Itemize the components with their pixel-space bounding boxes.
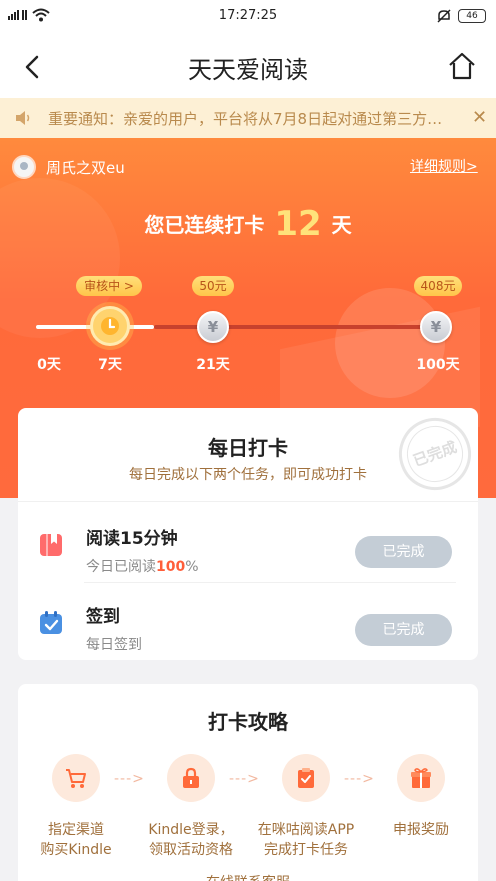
task-completed-button[interactable]: 已完成 [355, 536, 452, 568]
step-label: 领取活动资格 [149, 842, 233, 858]
user-name: 周氏之双eu [46, 158, 125, 177]
clock-coin-icon[interactable] [90, 306, 130, 346]
silent-alarm-icon [437, 9, 451, 23]
read-progress-value: 100 [156, 559, 186, 575]
completed-stamp: 已完成 [388, 407, 482, 501]
yuan-coin-icon: ¥ [420, 311, 452, 343]
yuan-coin-icon: ¥ [197, 311, 229, 343]
task-desc: 每日签到 [86, 637, 142, 653]
nav-bar: 天天爱阅读 [0, 34, 496, 98]
step-label: 在咪咕阅读APP [257, 822, 355, 838]
contact-support-link[interactable]: 在线联系客服 [18, 872, 478, 881]
guide-step: 申报奖励 [361, 754, 481, 840]
page-title: 天天爱阅读 [188, 56, 308, 84]
divider [84, 582, 456, 583]
step-label: Kindle登录， [148, 822, 234, 838]
streak-prefix: 您已连续打卡 [144, 213, 265, 237]
checkin-guide-card: 打卡攻略 指定渠道 购买Kindle ---> Kindle登录， 领取活动资格 -… [18, 684, 478, 881]
task-sign-in: 签到 每日签到 已完成 [18, 590, 478, 670]
status-bar: 17:27:25 46 [0, 0, 496, 34]
task-name: 签到 [86, 607, 120, 627]
milestone-label: 7天 [98, 357, 122, 373]
step-label: 指定渠道 [48, 822, 104, 838]
clock: 17:27:25 [218, 8, 278, 23]
background-decoration [335, 288, 445, 398]
clipboard-check-icon [282, 754, 330, 802]
guide-step: Kindle登录， 领取活动资格 [131, 754, 251, 860]
battery-icon: 46 [458, 9, 486, 23]
milestone-label: 0天 [37, 357, 61, 373]
notice-banner[interactable]: 重要通知：亲爱的用户，平台将从7月8日起对通过第三方渠道购买Kindle的用户进… [0, 98, 496, 138]
daily-checkin-card: 每日打卡 每日完成以下两个任务，即可成功打卡 已完成 阅读15分钟 今日已阅读1… [18, 407, 482, 660]
guide-step: 在咪咕阅读APP 完成打卡任务 [246, 754, 366, 860]
notice-text: 重要通知：亲爱的用户，平台将从7月8日起对通过第三方渠道购买Kindle的用户进… [48, 110, 456, 128]
streak-summary: 您已连续打卡 12 天 [0, 204, 496, 244]
book-icon [40, 534, 62, 556]
milestone-label: 21天 [196, 357, 230, 373]
lock-icon [167, 754, 215, 802]
gift-icon [397, 754, 445, 802]
milestone-7-status-badge[interactable]: 审核中 > [76, 276, 142, 296]
milestone-100-reward-badge: 408元 [414, 276, 462, 296]
step-label: 购买Kindle [40, 842, 112, 858]
task-name: 阅读15分钟 [86, 529, 178, 549]
divider [18, 501, 478, 502]
milestone-label: 100天 [416, 357, 460, 373]
milestone-21-reward-badge: 50元 [192, 276, 234, 296]
task-desc: 今日已阅读100% [86, 559, 199, 575]
step-label: 完成打卡任务 [264, 842, 348, 858]
task-read-15-minutes: 阅读15分钟 今日已阅读100% 已完成 [18, 512, 478, 592]
home-icon[interactable] [446, 50, 478, 82]
avatar[interactable] [12, 155, 36, 179]
calendar-check-icon [40, 611, 62, 634]
streak-days: 12 [274, 204, 322, 244]
step-label: 申报奖励 [393, 822, 449, 838]
detailed-rules-link[interactable]: 详细规则> [410, 156, 478, 176]
close-icon[interactable]: ✕ [472, 107, 487, 128]
speaker-icon [16, 111, 30, 125]
streak-suffix: 天 [331, 213, 352, 237]
user-info[interactable]: 周氏之双eu [12, 155, 125, 179]
cart-icon [52, 754, 100, 802]
guide-title: 打卡攻略 [208, 710, 288, 734]
guide-step: 指定渠道购买Kindle [16, 754, 136, 860]
task-completed-button[interactable]: 已完成 [355, 614, 452, 646]
